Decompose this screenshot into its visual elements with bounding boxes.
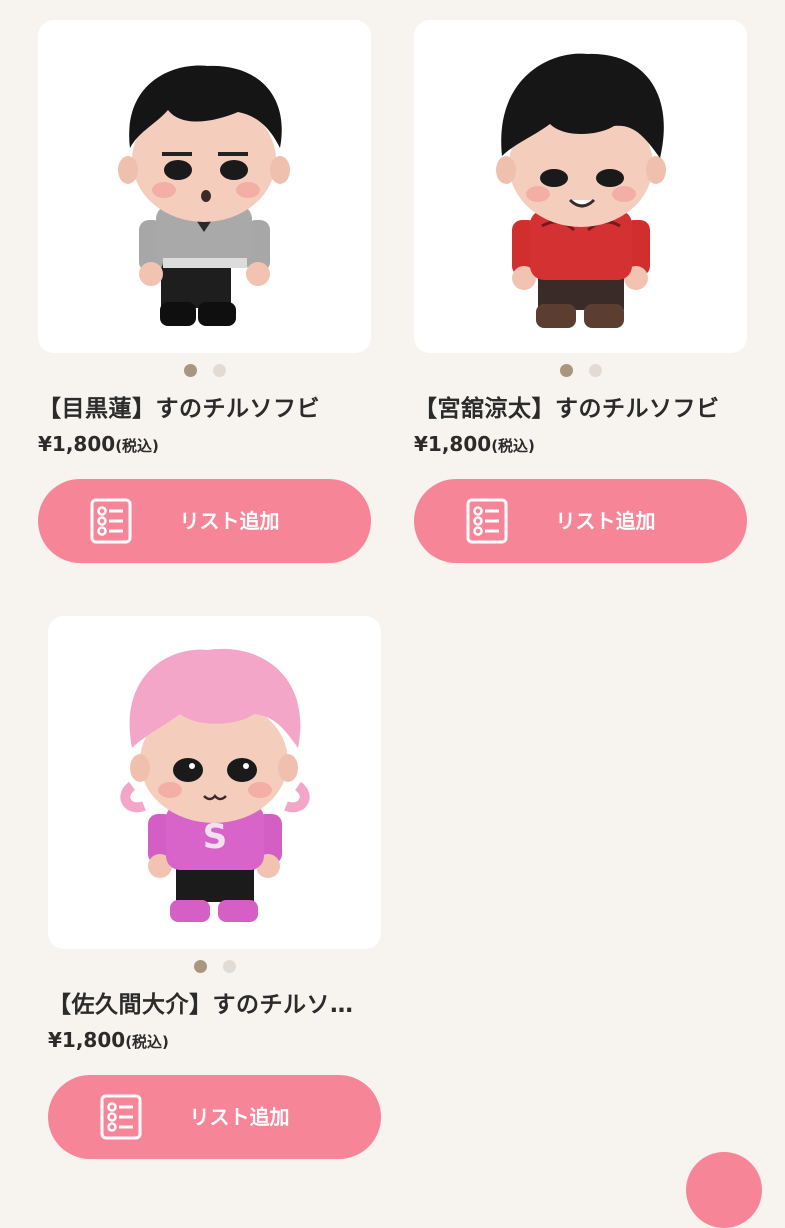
product-name[interactable]: 【目黒蓮】すのチルソフビ [38, 393, 371, 425]
carousel-dot-active[interactable] [193, 959, 207, 973]
price-value: ¥1,800 [38, 432, 116, 456]
floating-action-button[interactable] [686, 1152, 762, 1228]
add-to-list-button[interactable]: リスト追加 [414, 479, 747, 563]
carousel-dot[interactable] [212, 363, 226, 377]
add-to-list-label: リスト追加 [555, 509, 656, 533]
price-value: ¥1,800 [414, 432, 492, 456]
price-tax-label: (税込) [115, 437, 159, 455]
product-price: ¥1,800(税込) [414, 431, 747, 459]
price-tax-label: (税込) [125, 1033, 169, 1051]
carousel-dots [414, 353, 747, 387]
figure-sakuma-image: S [120, 648, 310, 922]
product-name[interactable]: 【佐久間大介】すのチルソ… [48, 989, 381, 1021]
svg-text:S: S [203, 817, 228, 857]
product-card: 【目黒蓮】すのチルソフビ ¥1,800(税込) リスト追加 [38, 20, 371, 563]
figure-miyadate-image [496, 53, 666, 328]
product-price: ¥1,800(税込) [48, 1027, 381, 1055]
product-image[interactable] [38, 20, 371, 353]
add-to-list-label: リスト追加 [189, 1105, 290, 1129]
price-tax-label: (税込) [491, 437, 535, 455]
carousel-dot-active[interactable] [559, 363, 573, 377]
carousel-dots [48, 949, 381, 983]
product-price: ¥1,800(税込) [38, 431, 371, 459]
product-image[interactable] [414, 20, 747, 353]
price-value: ¥1,800 [48, 1028, 126, 1052]
product-card: 【宮舘涼太】すのチルソフビ ¥1,800(税込) リスト追加 [414, 20, 747, 563]
product-name[interactable]: 【宮舘涼太】すのチルソフビ [414, 393, 747, 425]
add-to-list-button[interactable]: リスト追加 [38, 479, 371, 563]
carousel-dots [38, 353, 371, 387]
add-to-list-label: リスト追加 [179, 509, 280, 533]
product-image[interactable]: S [48, 616, 381, 949]
carousel-dot-active[interactable] [183, 363, 197, 377]
carousel-dot[interactable] [588, 363, 602, 377]
figure-meguro-image [118, 65, 290, 326]
carousel-dot[interactable] [222, 959, 236, 973]
add-to-list-button[interactable]: リスト追加 [48, 1075, 381, 1159]
product-card: S 【佐久間大介】すのチルソ… ¥1,800(税込) リスト追加 [48, 616, 381, 1159]
